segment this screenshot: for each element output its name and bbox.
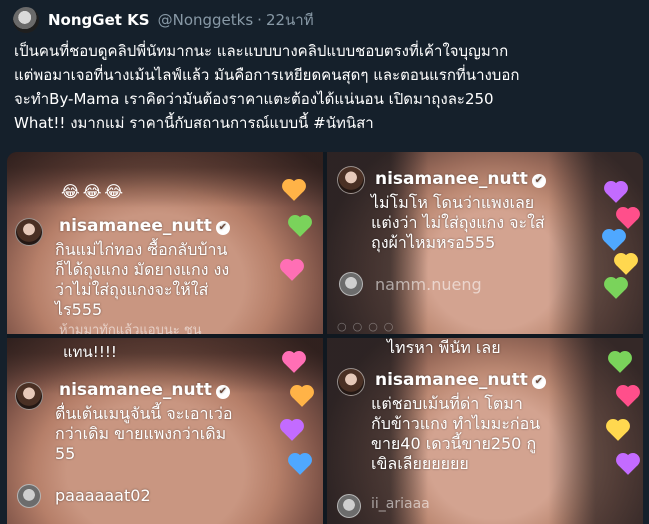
heart-icon (290, 455, 310, 475)
comment-line: เขิลเลียยยยยย (371, 454, 469, 473)
tweet-card[interactable]: NongGet KS @Nonggetks · 22นาที เป็นคนที่… (0, 0, 649, 524)
comment-line: แต่งว่า ไม่ใส่ถุงแกง จะใส่ (371, 213, 545, 232)
tweet-text-line: แต่พอมาเจอที่นางเม้นไลฟ์แล้ว มันคือการเห… (14, 66, 520, 84)
next-comment-username: namm.nueng (375, 275, 482, 294)
commenter-avatar (15, 382, 43, 410)
comment-line: ตื่นเต้นเมนูจันนี้ จะเอาเว่อ (55, 404, 233, 423)
comment-text: แต่ชอบเม้นที่ด่า โตมา กับข้าวแกง ทำไมมะก… (371, 394, 540, 474)
tweet-text: เป็นคนที่ชอบดูคลิปพี่นัทมากนะ และแบบบางค… (14, 39, 639, 135)
next-comment-username: paaaaaat02 (55, 486, 151, 505)
comment-username-text: nisamanee_nutt (59, 216, 212, 236)
laugh-emoji-row: 😂😂😂 (61, 182, 127, 201)
heart-icon (604, 231, 624, 251)
comment-text: ไม่โมโห โดนว่าแพงเลย แต่งว่า ไม่ใส่ถุงแก… (371, 193, 545, 253)
verified-badge-icon: ✔ (531, 375, 546, 389)
faded-comment: ห้ามมาทักแล้วแอบนะ ชน (59, 323, 202, 334)
commenter-avatar (17, 484, 41, 508)
media-image-1[interactable]: 😂😂😂 nisamanee_nutt ✔ กินแม่ไก่ทอง ซื้อกลั… (7, 152, 323, 334)
next-comment-username: ii_ariaaa (371, 496, 430, 512)
heart-icon (606, 279, 626, 299)
heart-icon (292, 387, 312, 407)
comment-username: nisamanee_nutt ✔ (375, 370, 546, 390)
comment-line: ว่าไม่ใส่ถุงแกงจะให้ใส่ (55, 280, 209, 299)
author-handle[interactable]: @Nonggetks (158, 11, 254, 29)
commenter-avatar (337, 368, 365, 396)
comment-username-text: nisamanee_nutt (375, 370, 528, 390)
heart-icon (610, 353, 630, 373)
media-image-3[interactable]: แทน!!!! nisamanee_nutt ✔ ตื่นเต้นเมนูจันน… (7, 338, 323, 524)
comment-username-text: nisamanee_nutt (375, 169, 528, 189)
comment-line: แต่ชอบเม้นที่ด่า โตมา (371, 394, 523, 413)
heart-icon (608, 421, 628, 441)
previous-comment-tail: ไทรหา พีนัท เลย (387, 338, 501, 357)
comment-line: ก็ได้ถุงแกง มัดยางแกง งง (55, 260, 230, 279)
tweet-header: NongGet KS @Nonggetks · 22นาที (48, 9, 314, 31)
heart-icon (284, 181, 304, 201)
commenter-avatar (339, 272, 363, 296)
verified-badge-icon: ✔ (531, 174, 546, 188)
floating-hearts (277, 346, 317, 516)
author-display-name[interactable]: NongGet KS (48, 11, 150, 29)
heart-icon (618, 209, 638, 229)
comment-username: nisamanee_nutt ✔ (59, 216, 230, 236)
media-image-4[interactable]: ไทรหา พีนัท เลย nisamanee_nutt ✔ แต่ชอบเม… (327, 338, 643, 524)
comment-username: nisamanee_nutt ✔ (59, 380, 230, 400)
comment-line: กว่าเดิม ขายแพงกว่าเดิม (55, 424, 227, 443)
heart-icon (618, 387, 638, 407)
comment-line: ถุงผ้าไหมหรอ555 (371, 233, 496, 252)
floating-hearts (605, 350, 643, 510)
tweet-media-grid: 😂😂😂 nisamanee_nutt ✔ กินแม่ไก่ทอง ซื้อกลั… (7, 152, 643, 524)
heart-icon (616, 255, 636, 275)
heart-icon (606, 183, 626, 203)
verified-badge-icon: ✔ (215, 221, 230, 235)
comment-line: กินแม่ไก่ทอง ซื้อกลับบ้าน (55, 240, 228, 259)
commenter-avatar (337, 166, 365, 194)
commenter-avatar (15, 218, 43, 246)
verified-badge-icon: ✔ (215, 385, 230, 399)
tweet-text-line: เป็นคนที่ชอบดูคลิปพี่นัทมากนะ และแบบบางค… (14, 42, 509, 60)
header-separator: · (257, 11, 262, 29)
tweet-text-line: จะทำBy-Mama เราคิดว่ามันต้องราคาแตะต้องไ… (14, 90, 494, 108)
comment-text: กินแม่ไก่ทอง ซื้อกลับบ้าน ก็ได้ถุงแกง มั… (55, 240, 229, 320)
heart-icon (282, 421, 302, 441)
comment-username: nisamanee_nutt ✔ (375, 169, 546, 189)
media-image-2[interactable]: nisamanee_nutt ✔ ไม่โมโห โดนว่าแพงเลย แต่… (327, 152, 643, 334)
comment-line: 55 (55, 444, 76, 463)
tweet-text-line: What!! งมากแม่ ราคานี้กับสถานการณ์แบบนี้… (14, 114, 374, 132)
comment-line: กับข้าวแกง ทำไมมะก่อน (371, 414, 541, 433)
comment-text: ตื่นเต้นเมนูจันนี้ จะเอาเว่อ กว่าเดิม ขา… (55, 404, 233, 464)
heart-icon (290, 217, 310, 237)
commenter-avatar (337, 494, 361, 518)
comment-username-text: nisamanee_nutt (59, 380, 212, 400)
heart-icon (282, 261, 302, 281)
reaction-buttons: ○○○○ (337, 320, 400, 333)
floating-hearts (279, 172, 319, 332)
heart-icon (284, 353, 304, 373)
floating-hearts (603, 178, 643, 328)
comment-line: ไร555 (55, 300, 103, 319)
comment-line: ขาย40 เดวนี้ขาย250 กู (371, 434, 537, 453)
previous-comment-tail: แทน!!!! (63, 343, 117, 361)
author-avatar[interactable] (13, 7, 39, 33)
heart-icon (618, 455, 638, 475)
tweet-timestamp[interactable]: 22นาที (266, 8, 314, 32)
comment-line: ไม่โมโห โดนว่าแพงเลย (371, 193, 535, 212)
